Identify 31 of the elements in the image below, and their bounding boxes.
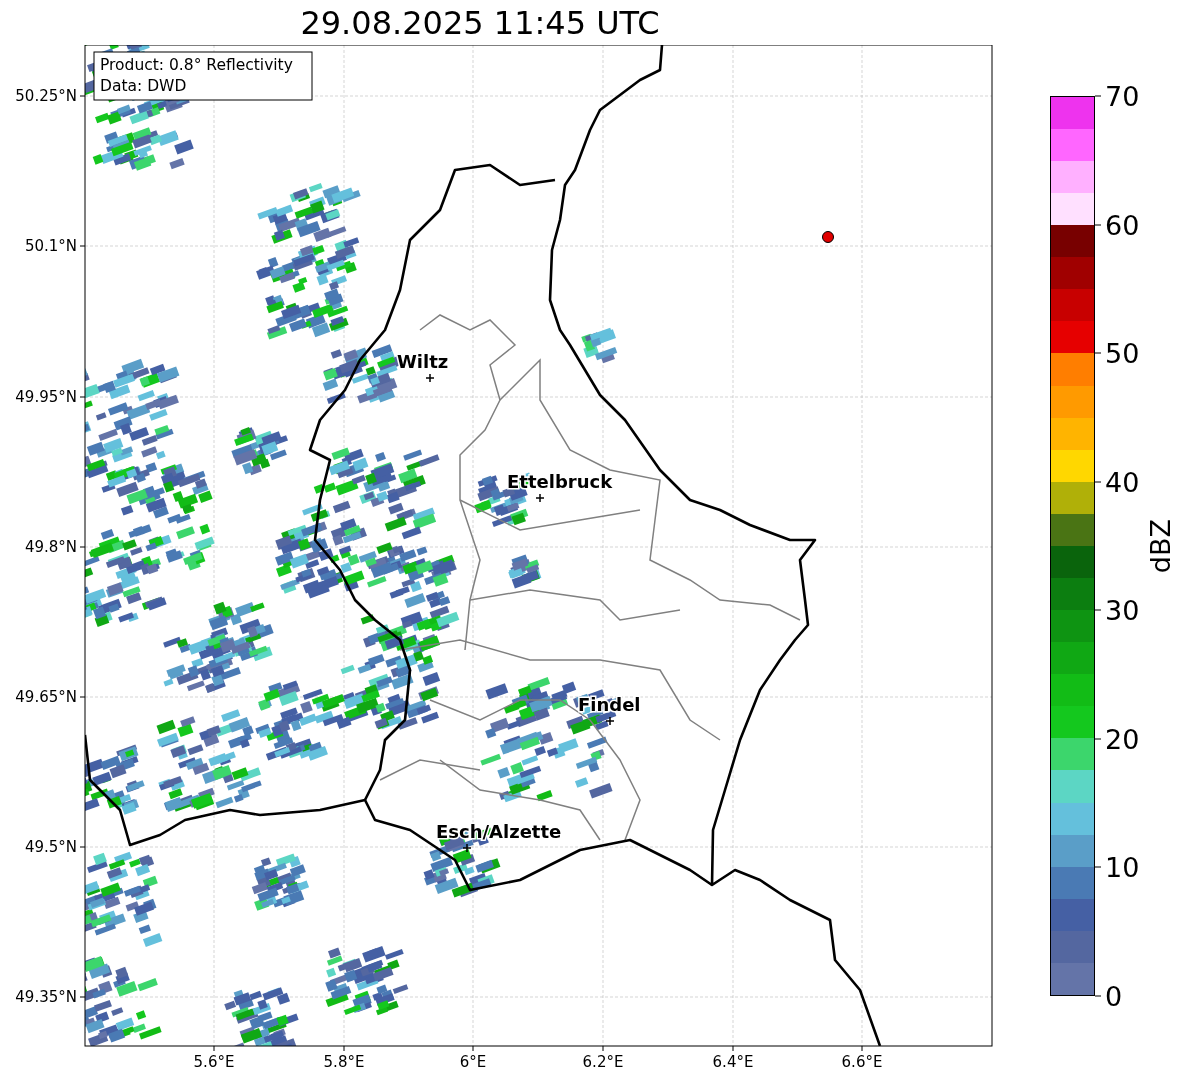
scale-label: 40 [1105, 468, 1140, 496]
city-marker-icon [605, 716, 615, 726]
city-marker-icon [462, 843, 472, 853]
latitude-label: 49.35°N [15, 988, 77, 1006]
longitude-label: 6.6°E [841, 1053, 883, 1071]
scale-label: 30 [1105, 596, 1140, 624]
scale-label: 70 [1105, 82, 1140, 110]
longitude-label: 6.2°E [582, 1053, 624, 1071]
chart-title: 29.08.2025 11:45 UTC [300, 6, 660, 39]
scale-label: 50 [1105, 339, 1140, 367]
longitude-label: 6.4°E [712, 1053, 754, 1071]
longitude-label: 5.8°E [323, 1053, 365, 1071]
scale-label: 60 [1105, 211, 1140, 239]
city-marker-icon [535, 493, 545, 503]
longitude-label: 5.6°E [193, 1053, 235, 1071]
latitude-label: 50.25°N [15, 87, 77, 105]
scale-label: 0 [1105, 982, 1123, 1010]
latitude-label: 49.8°N [24, 538, 77, 556]
city-marker-icon [425, 373, 435, 383]
axis-label: dBZ [1145, 518, 1176, 574]
info-text: Product: 0.8° Reflectivity [100, 56, 293, 74]
marker-icon [822, 231, 834, 243]
info-text: Data: DWD [100, 77, 187, 95]
scale-label: 20 [1105, 725, 1140, 753]
latitude-label: 49.5°N [24, 838, 77, 856]
longitude-label: 6°E [459, 1053, 487, 1071]
latitude-label: 49.95°N [15, 388, 77, 406]
scale-label: 10 [1105, 853, 1140, 881]
city-label: Wiltz [397, 351, 449, 372]
latitude-label: 49.65°N [15, 688, 77, 706]
latitude-label: 50.1°N [24, 237, 77, 255]
